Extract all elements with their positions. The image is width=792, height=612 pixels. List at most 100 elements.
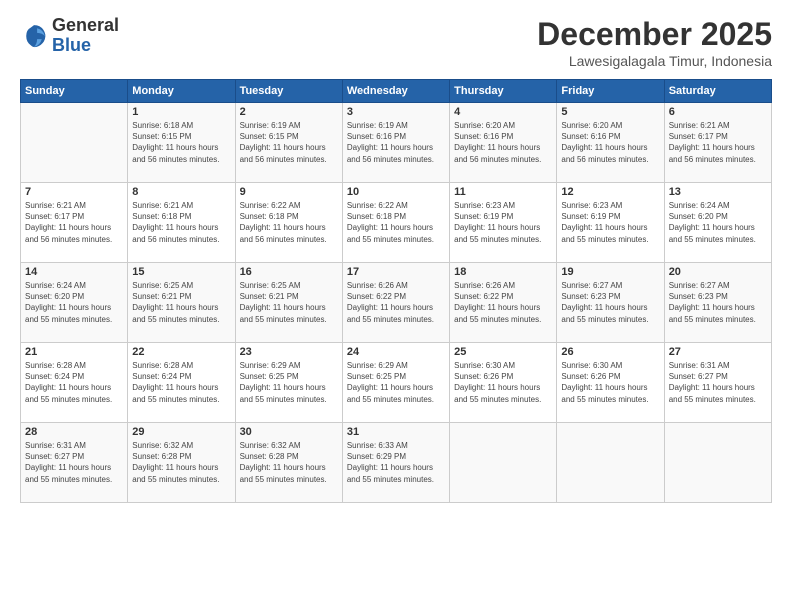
calendar-cell: 9Sunrise: 6:22 AMSunset: 6:18 PMDaylight… xyxy=(235,183,342,263)
calendar-cell: 30 Sunrise: 6:32 AMSunset: 6:28 PMDayligh… xyxy=(235,423,342,503)
header: General Blue December 2025 Lawesigalagal… xyxy=(20,16,772,69)
day-number: 16 xyxy=(240,266,338,278)
day-number: 15 xyxy=(132,266,230,278)
day-number: 30 xyxy=(240,426,338,438)
calendar-week-row: 21 Sunrise: 6:28 AMSunset: 6:24 PMDayligh… xyxy=(21,343,772,423)
day-info: Sunrise: 6:21 AMSunset: 6:18 PMDaylight:… xyxy=(132,200,230,245)
day-info: Sunrise: 6:18 AMSunset: 6:15 PMDaylight:… xyxy=(132,120,230,165)
calendar-cell: 14 Sunrise: 6:24 AMSunset: 6:20 PMDayligh… xyxy=(21,263,128,343)
calendar-cell: 25 Sunrise: 6:30 AMSunset: 6:26 PMDayligh… xyxy=(450,343,557,423)
logo: General Blue xyxy=(20,16,119,56)
calendar-cell: 17Sunrise: 6:26 AMSunset: 6:22 PMDayligh… xyxy=(342,263,449,343)
day-info: Sunrise: 6:24 AMSunset: 6:20 PMDaylight:… xyxy=(669,200,767,245)
day-info: Sunrise: 6:19 AMSunset: 6:16 PMDaylight:… xyxy=(347,120,445,165)
day-number: 21 xyxy=(25,346,123,358)
day-number: 26 xyxy=(561,346,659,358)
calendar-cell: 16 Sunrise: 6:25 AMSunset: 6:21 PMDayligh… xyxy=(235,263,342,343)
day-info: Sunrise: 6:32 AMSunset: 6:28 PMDaylight:… xyxy=(132,440,230,485)
day-number: 23 xyxy=(240,346,338,358)
day-number: 22 xyxy=(132,346,230,358)
day-info: Sunrise: 6:21 AMSunset: 6:17 PMDaylight:… xyxy=(669,120,767,165)
day-number: 24 xyxy=(347,346,445,358)
calendar-cell xyxy=(21,103,128,183)
calendar-week-row: 14 Sunrise: 6:24 AMSunset: 6:20 PMDayligh… xyxy=(21,263,772,343)
day-info: Sunrise: 6:20 AMSunset: 6:16 PMDaylight:… xyxy=(561,120,659,165)
weekday-header: Monday xyxy=(128,80,235,103)
weekday-header: Friday xyxy=(557,80,664,103)
calendar-cell: 1 Sunrise: 6:18 AMSunset: 6:15 PMDaylight… xyxy=(128,103,235,183)
day-info: Sunrise: 6:31 AMSunset: 6:27 PMDaylight:… xyxy=(669,360,767,405)
day-info: Sunrise: 6:30 AMSunset: 6:26 PMDaylight:… xyxy=(561,360,659,405)
day-number: 11 xyxy=(454,186,552,198)
page: General Blue December 2025 Lawesigalagal… xyxy=(0,0,792,612)
day-info: Sunrise: 6:31 AMSunset: 6:27 PMDaylight:… xyxy=(25,440,123,485)
title-block: December 2025 Lawesigalagala Timur, Indo… xyxy=(537,16,772,69)
day-number: 19 xyxy=(561,266,659,278)
header-row: SundayMondayTuesdayWednesdayThursdayFrid… xyxy=(21,80,772,103)
weekday-header: Tuesday xyxy=(235,80,342,103)
calendar-cell xyxy=(664,423,771,503)
calendar-cell: 15 Sunrise: 6:25 AMSunset: 6:21 PMDayligh… xyxy=(128,263,235,343)
day-number: 9 xyxy=(240,186,338,198)
day-info: Sunrise: 6:23 AMSunset: 6:19 PMDaylight:… xyxy=(454,200,552,245)
calendar-cell: 21 Sunrise: 6:28 AMSunset: 6:24 PMDayligh… xyxy=(21,343,128,423)
calendar-cell: 11 Sunrise: 6:23 AMSunset: 6:19 PMDayligh… xyxy=(450,183,557,263)
day-info: Sunrise: 6:25 AMSunset: 6:21 PMDaylight:… xyxy=(240,280,338,325)
day-number: 8 xyxy=(132,186,230,198)
calendar-cell: 2 Sunrise: 6:19 AMSunset: 6:15 PMDaylight… xyxy=(235,103,342,183)
day-number: 29 xyxy=(132,426,230,438)
day-number: 12 xyxy=(561,186,659,198)
logo-text: General Blue xyxy=(52,16,119,56)
day-number: 10 xyxy=(347,186,445,198)
calendar-cell: 18Sunrise: 6:26 AMSunset: 6:22 PMDayligh… xyxy=(450,263,557,343)
day-info: Sunrise: 6:29 AMSunset: 6:25 PMDaylight:… xyxy=(347,360,445,405)
day-info: Sunrise: 6:32 AMSunset: 6:28 PMDaylight:… xyxy=(240,440,338,485)
calendar-cell: 22 Sunrise: 6:28 AMSunset: 6:24 PMDayligh… xyxy=(128,343,235,423)
day-number: 13 xyxy=(669,186,767,198)
day-number: 2 xyxy=(240,106,338,118)
calendar-cell: 13 Sunrise: 6:24 AMSunset: 6:20 PMDayligh… xyxy=(664,183,771,263)
day-info: Sunrise: 6:33 AMSunset: 6:29 PMDaylight:… xyxy=(347,440,445,485)
day-number: 17 xyxy=(347,266,445,278)
day-number: 6 xyxy=(669,106,767,118)
month-title: December 2025 xyxy=(537,16,772,53)
calendar-cell: 19 Sunrise: 6:27 AMSunset: 6:23 PMDayligh… xyxy=(557,263,664,343)
calendar-cell xyxy=(450,423,557,503)
subtitle: Lawesigalagala Timur, Indonesia xyxy=(537,53,772,69)
calendar-cell: 6 Sunrise: 6:21 AMSunset: 6:17 PMDaylight… xyxy=(664,103,771,183)
calendar-cell: 5 Sunrise: 6:20 AMSunset: 6:16 PMDaylight… xyxy=(557,103,664,183)
day-info: Sunrise: 6:27 AMSunset: 6:23 PMDaylight:… xyxy=(561,280,659,325)
weekday-header: Saturday xyxy=(664,80,771,103)
day-info: Sunrise: 6:19 AMSunset: 6:15 PMDaylight:… xyxy=(240,120,338,165)
day-number: 4 xyxy=(454,106,552,118)
day-info: Sunrise: 6:26 AMSunset: 6:22 PMDaylight:… xyxy=(454,280,552,325)
day-info: Sunrise: 6:24 AMSunset: 6:20 PMDaylight:… xyxy=(25,280,123,325)
day-info: Sunrise: 6:27 AMSunset: 6:23 PMDaylight:… xyxy=(669,280,767,325)
calendar-week-row: 28 Sunrise: 6:31 AMSunset: 6:27 PMDayligh… xyxy=(21,423,772,503)
logo-icon xyxy=(20,22,48,50)
weekday-header: Sunday xyxy=(21,80,128,103)
day-info: Sunrise: 6:28 AMSunset: 6:24 PMDaylight:… xyxy=(132,360,230,405)
day-number: 5 xyxy=(561,106,659,118)
day-info: Sunrise: 6:28 AMSunset: 6:24 PMDaylight:… xyxy=(25,360,123,405)
day-number: 28 xyxy=(25,426,123,438)
calendar-table: SundayMondayTuesdayWednesdayThursdayFrid… xyxy=(20,79,772,503)
calendar-cell: 20Sunrise: 6:27 AMSunset: 6:23 PMDayligh… xyxy=(664,263,771,343)
day-info: Sunrise: 6:29 AMSunset: 6:25 PMDaylight:… xyxy=(240,360,338,405)
calendar-cell: 28 Sunrise: 6:31 AMSunset: 6:27 PMDayligh… xyxy=(21,423,128,503)
calendar-cell: 4Sunrise: 6:20 AMSunset: 6:16 PMDaylight… xyxy=(450,103,557,183)
calendar-cell: 12 Sunrise: 6:23 AMSunset: 6:19 PMDayligh… xyxy=(557,183,664,263)
day-number: 14 xyxy=(25,266,123,278)
day-number: 1 xyxy=(132,106,230,118)
day-number: 25 xyxy=(454,346,552,358)
day-number: 3 xyxy=(347,106,445,118)
day-number: 31 xyxy=(347,426,445,438)
calendar-cell: 27Sunrise: 6:31 AMSunset: 6:27 PMDayligh… xyxy=(664,343,771,423)
calendar-cell: 26 Sunrise: 6:30 AMSunset: 6:26 PMDayligh… xyxy=(557,343,664,423)
day-info: Sunrise: 6:30 AMSunset: 6:26 PMDaylight:… xyxy=(454,360,552,405)
calendar-week-row: 1 Sunrise: 6:18 AMSunset: 6:15 PMDaylight… xyxy=(21,103,772,183)
day-info: Sunrise: 6:23 AMSunset: 6:19 PMDaylight:… xyxy=(561,200,659,245)
day-info: Sunrise: 6:21 AMSunset: 6:17 PMDaylight:… xyxy=(25,200,123,245)
calendar-cell: 3 Sunrise: 6:19 AMSunset: 6:16 PMDaylight… xyxy=(342,103,449,183)
day-info: Sunrise: 6:25 AMSunset: 6:21 PMDaylight:… xyxy=(132,280,230,325)
